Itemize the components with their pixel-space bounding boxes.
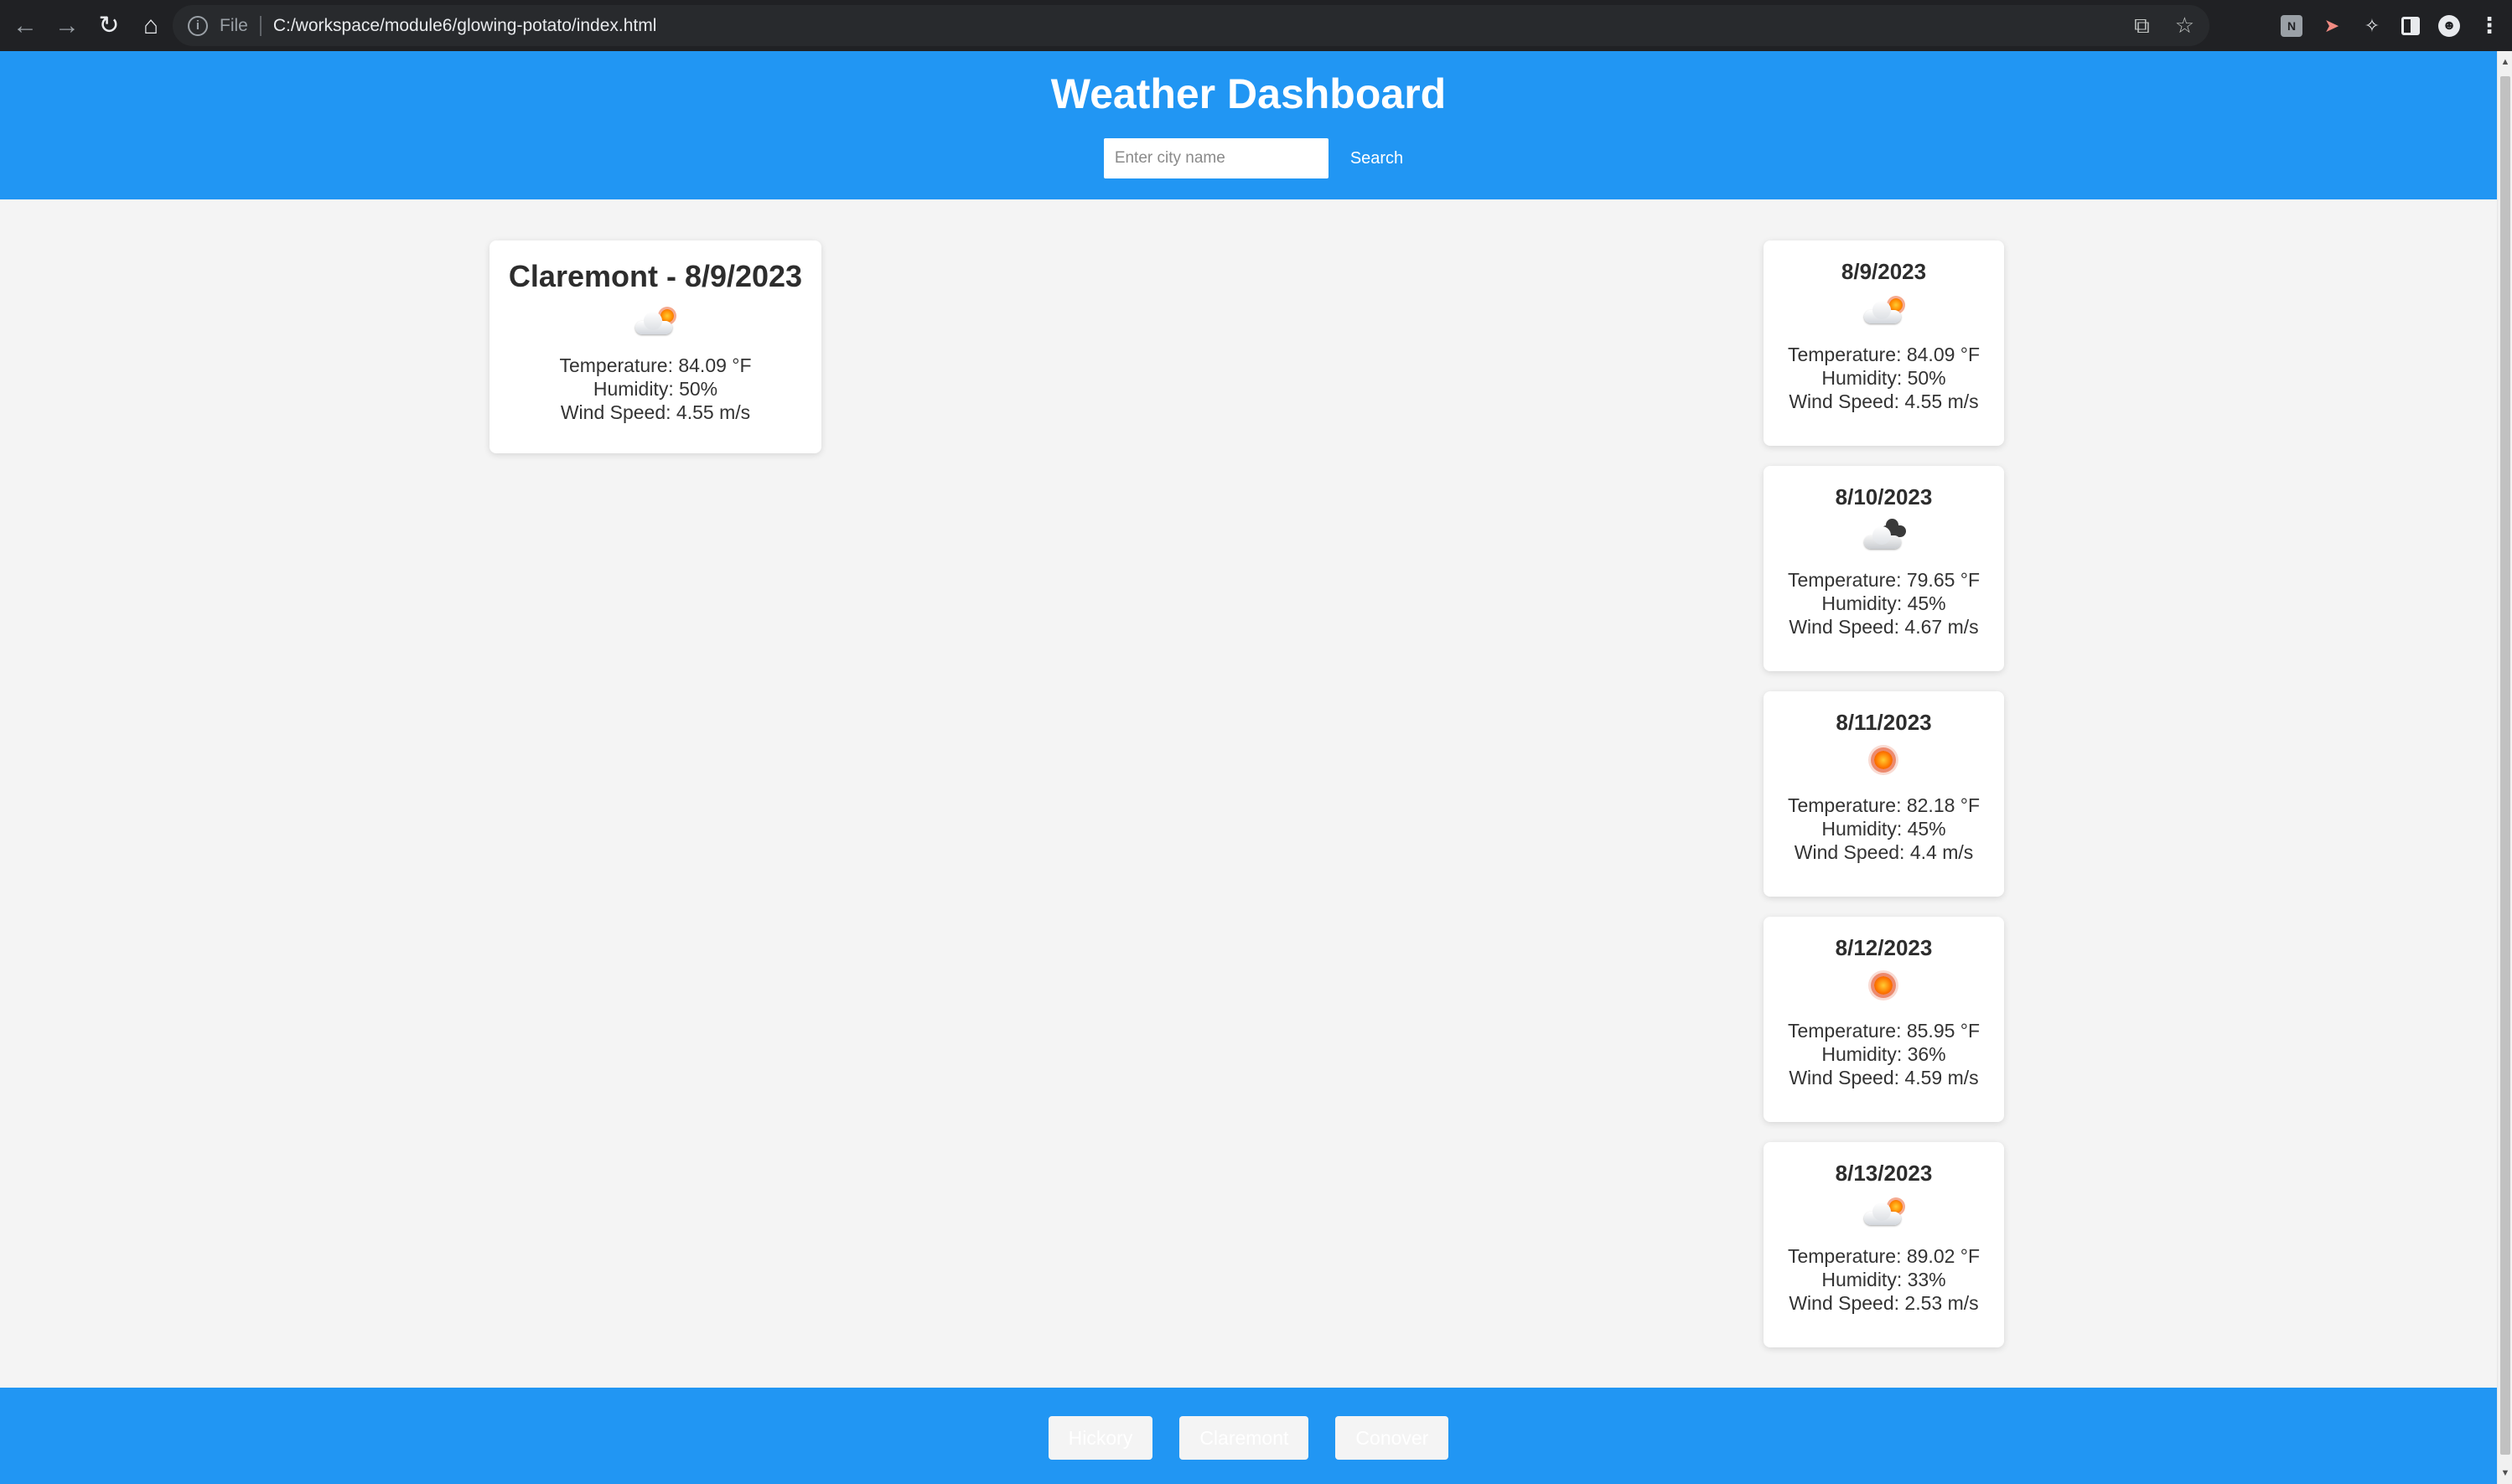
forecast-temperature: Temperature: 79.65 °F xyxy=(1787,569,1981,591)
forecast-date: 8/13/2023 xyxy=(1835,1161,1933,1186)
avatar-icon[interactable]: ☻ xyxy=(2438,14,2460,37)
vertical-scrollbar[interactable]: ▲ ▼ xyxy=(2497,51,2512,1484)
forecast-wind-speed: Wind Speed: 4.4 m/s xyxy=(1794,841,1974,863)
puzzle-icon[interactable]: ✧ xyxy=(2361,15,2383,37)
forecast-stats: Temperature: 85.95 °F Humidity: 36% Wind… xyxy=(1764,1019,2004,1089)
forecast-humidity: Humidity: 50% xyxy=(1821,367,1946,389)
current-weather-card: Claremont - 8/9/2023 Temperature: 84.09 … xyxy=(489,240,821,453)
city-search-input[interactable] xyxy=(1103,138,1329,178)
extension-n-icon[interactable]: N xyxy=(2281,14,2302,37)
forecast-card: 8/12/2023 Temperature: 85.95 °F Humidity… xyxy=(1764,917,2004,1122)
forecast-temperature: Temperature: 85.95 °F xyxy=(1787,1020,1981,1042)
forward-icon[interactable]: → xyxy=(47,6,87,46)
scroll-up-icon[interactable]: ▲ xyxy=(2498,54,2512,70)
forecast-humidity: Humidity: 45% xyxy=(1821,818,1946,840)
history-button-hickory[interactable]: Hickory xyxy=(1048,1416,1153,1460)
forecast-card: 8/9/2023 Temperature: 84.09 °F Humidity:… xyxy=(1764,240,2004,446)
omnibox-actions: ⧉ ☆ xyxy=(2134,5,2194,46)
partly-cloudy-icon xyxy=(1859,1193,1909,1230)
search-history-bar: Hickory Claremont Conover xyxy=(0,1388,2497,1484)
page-header: Weather Dashboard Search xyxy=(0,51,2497,199)
forecast-stats: Temperature: 89.02 °F Humidity: 33% Wind… xyxy=(1764,1244,2004,1315)
broken-clouds-icon xyxy=(1859,517,1909,554)
search-button[interactable]: Search xyxy=(1334,138,1419,178)
scroll-down-icon[interactable]: ▼ xyxy=(2498,1466,2512,1481)
forecast-wind-speed: Wind Speed: 4.55 m/s xyxy=(1789,390,1979,412)
forecast-card: 8/10/2023 Temperature: 79.65 °F Humidity… xyxy=(1764,466,2004,671)
url-text[interactable]: C:/workspace/module6/glowing-potato/inde… xyxy=(273,16,657,36)
forecast-stats: Temperature: 79.65 °F Humidity: 45% Wind… xyxy=(1764,568,2004,639)
history-button-conover[interactable]: Conover xyxy=(1335,1416,1449,1460)
forecast-card: 8/13/2023 Temperature: 89.02 °F Humidity… xyxy=(1764,1142,2004,1347)
partly-cloudy-icon xyxy=(1859,292,1909,328)
forecast-humidity: Humidity: 36% xyxy=(1821,1043,1946,1065)
current-wind-speed: Wind Speed: 4.55 m/s xyxy=(560,401,751,423)
extension-red-icon[interactable]: ➤ xyxy=(2321,15,2343,37)
main-content: Claremont - 8/9/2023 Temperature: 84.09 … xyxy=(0,199,2497,1388)
page-title: Weather Dashboard xyxy=(1050,70,1447,117)
omnibox-divider xyxy=(259,15,262,36)
star-icon[interactable]: ☆ xyxy=(2175,13,2194,39)
forecast-wind-speed: Wind Speed: 4.67 m/s xyxy=(1789,616,1979,638)
scheme-label: File xyxy=(220,15,248,35)
clear-sun-icon xyxy=(1859,968,1909,1005)
side-panel-icon[interactable] xyxy=(2401,16,2420,35)
address-bar[interactable]: i File C:/workspace/module6/glowing-pota… xyxy=(173,5,2209,46)
current-humidity: Humidity: 50% xyxy=(593,378,718,400)
forecast-stats: Temperature: 82.18 °F Humidity: 45% Wind… xyxy=(1764,794,2004,864)
forecast-humidity: Humidity: 45% xyxy=(1821,592,1946,614)
forecast-date: 8/9/2023 xyxy=(1841,259,1927,284)
forecast-temperature: Temperature: 84.09 °F xyxy=(1787,344,1981,365)
forecast-date: 8/10/2023 xyxy=(1835,484,1933,509)
back-icon[interactable]: ← xyxy=(5,6,45,46)
search-form: Search xyxy=(0,138,2497,178)
current-stats: Temperature: 84.09 °F Humidity: 50% Wind… xyxy=(489,354,821,424)
share-icon[interactable]: ⧉ xyxy=(2134,13,2150,39)
menu-icon[interactable]: ⋮ xyxy=(2478,13,2500,38)
forecast-date: 8/12/2023 xyxy=(1835,935,1933,960)
forecast-temperature: Temperature: 89.02 °F xyxy=(1787,1245,1981,1267)
browser-toolbar: ← → ↻ ⌂ i File C:/workspace/module6/glow… xyxy=(0,0,2512,51)
forecast-wind-speed: Wind Speed: 4.59 m/s xyxy=(1789,1067,1979,1088)
forecast-wind-speed: Wind Speed: 2.53 m/s xyxy=(1789,1292,1979,1314)
current-city-date: Claremont - 8/9/2023 xyxy=(508,259,803,293)
forecast-stats: Temperature: 84.09 °F Humidity: 50% Wind… xyxy=(1764,343,2004,413)
forecast-date: 8/11/2023 xyxy=(1836,710,1932,735)
partly-cloudy-icon xyxy=(630,302,681,339)
home-icon[interactable]: ⌂ xyxy=(131,6,171,46)
clear-sun-icon xyxy=(1859,742,1909,779)
info-icon[interactable]: i xyxy=(188,15,208,36)
reload-icon[interactable]: ↻ xyxy=(89,6,129,46)
forecast-card: 8/11/2023 Temperature: 82.18 °F Humidity… xyxy=(1764,691,2004,897)
forecast-humidity: Humidity: 33% xyxy=(1821,1269,1946,1290)
extensions-bar: N ➤ ✧ ☻ ⋮ xyxy=(2281,0,2500,51)
current-temperature: Temperature: 84.09 °F xyxy=(559,354,752,376)
scroll-thumb[interactable] xyxy=(2500,76,2510,1455)
history-button-claremont[interactable]: Claremont xyxy=(1179,1416,1309,1460)
forecast-temperature: Temperature: 82.18 °F xyxy=(1787,794,1981,816)
